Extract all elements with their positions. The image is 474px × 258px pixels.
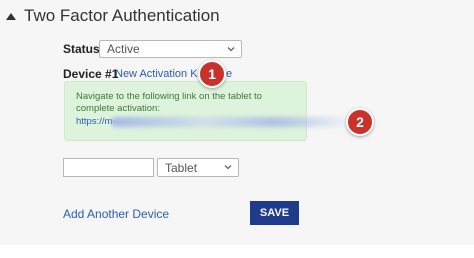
activation-url[interactable]: https://m- <box>76 116 116 127</box>
panel-bottom-gap <box>0 245 474 258</box>
save-button[interactable]: SAVE <box>250 201 299 225</box>
activation-instructions: Navigate to the following link on the ta… <box>76 91 262 114</box>
chevron-down-icon <box>227 47 235 52</box>
status-selected-value: Active <box>107 42 140 56</box>
status-label: Status <box>63 42 100 56</box>
device-label: Device #1 <box>63 67 119 81</box>
callout-badge-1: 1 <box>198 60 226 88</box>
device-type-selected-value: Tablet <box>165 160 198 175</box>
status-select[interactable]: Active <box>99 40 242 58</box>
activation-info-box: Navigate to the following link on the ta… <box>64 81 307 141</box>
section-title: Two Factor Authentication <box>24 6 220 25</box>
add-another-device-link[interactable]: Add Another Device <box>63 207 169 221</box>
redacted-url-blur <box>111 117 346 127</box>
remove-device-link[interactable]: e <box>226 68 232 80</box>
device-name-input[interactable] <box>63 158 154 177</box>
caret-up-icon[interactable] <box>6 13 16 20</box>
chevron-down-icon <box>224 165 232 170</box>
device-type-select[interactable]: Tablet <box>157 158 239 177</box>
section-header[interactable]: Two Factor Authentication <box>6 4 220 28</box>
callout-badge-2: 2 <box>346 108 374 136</box>
